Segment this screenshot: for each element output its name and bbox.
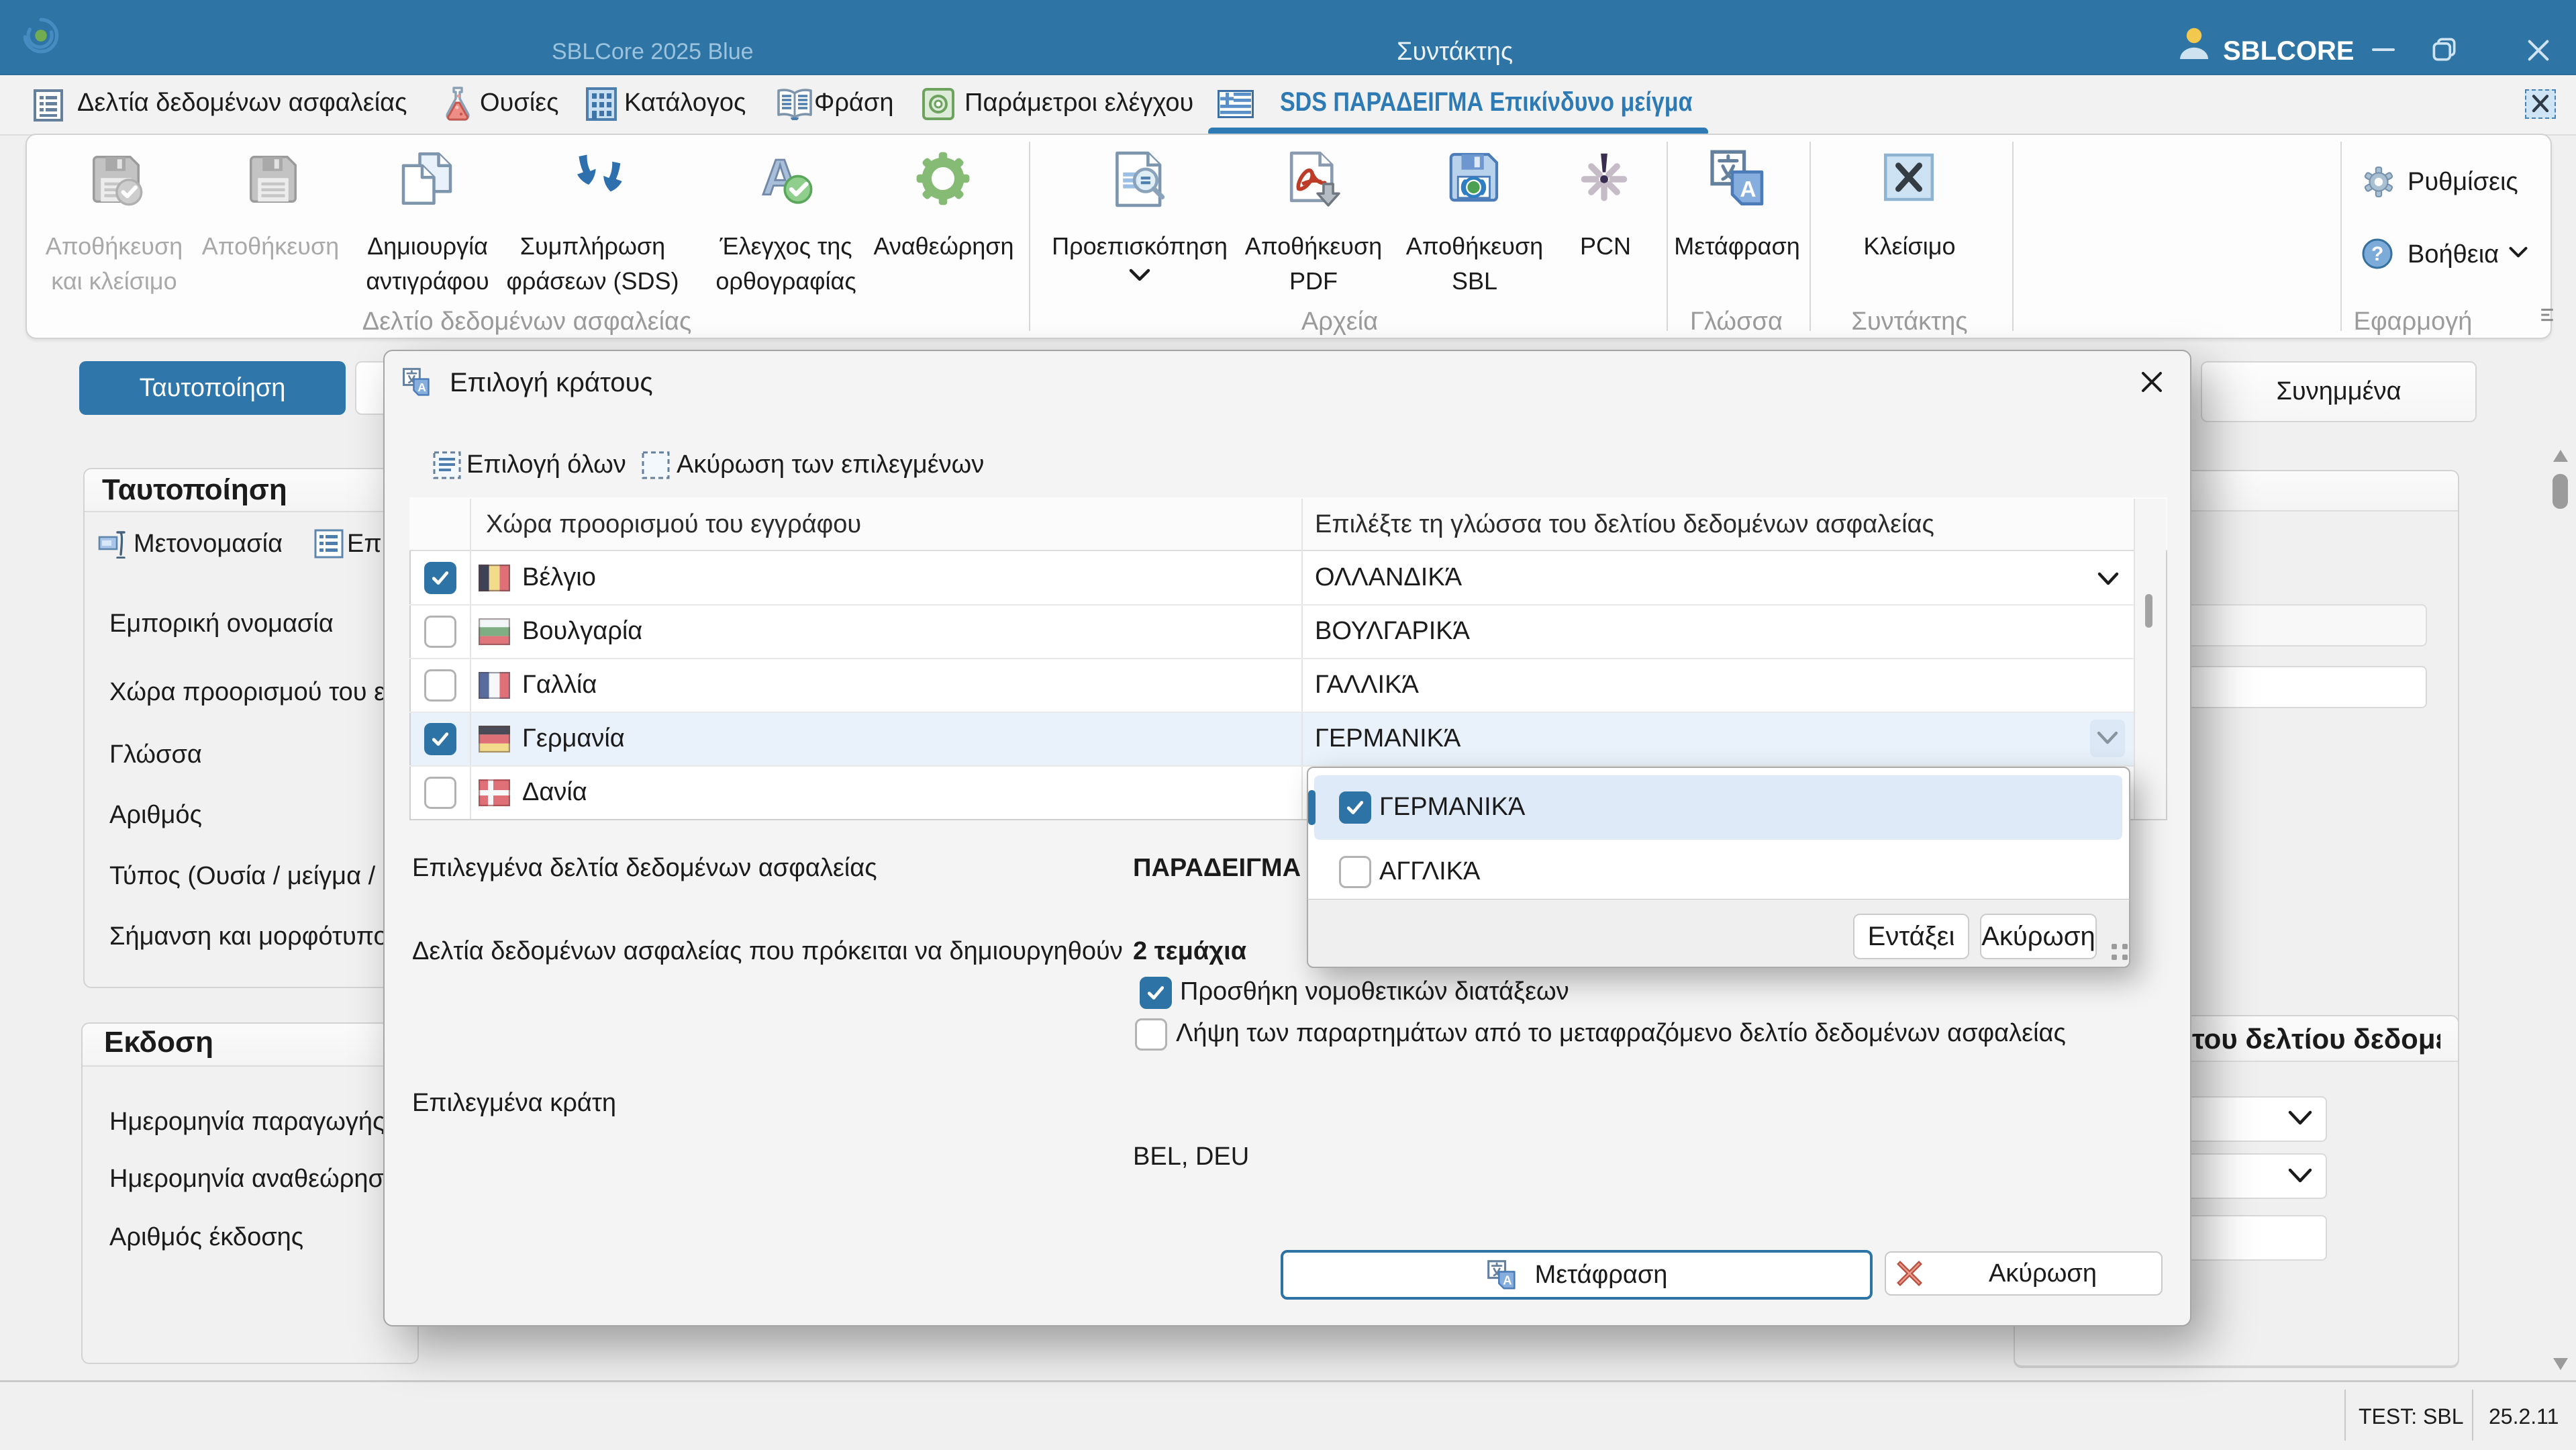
- svg-text:A: A: [1503, 1273, 1512, 1288]
- svg-text:A: A: [417, 381, 426, 394]
- svg-text:A: A: [1740, 177, 1756, 202]
- svg-text:?: ?: [2371, 243, 2383, 265]
